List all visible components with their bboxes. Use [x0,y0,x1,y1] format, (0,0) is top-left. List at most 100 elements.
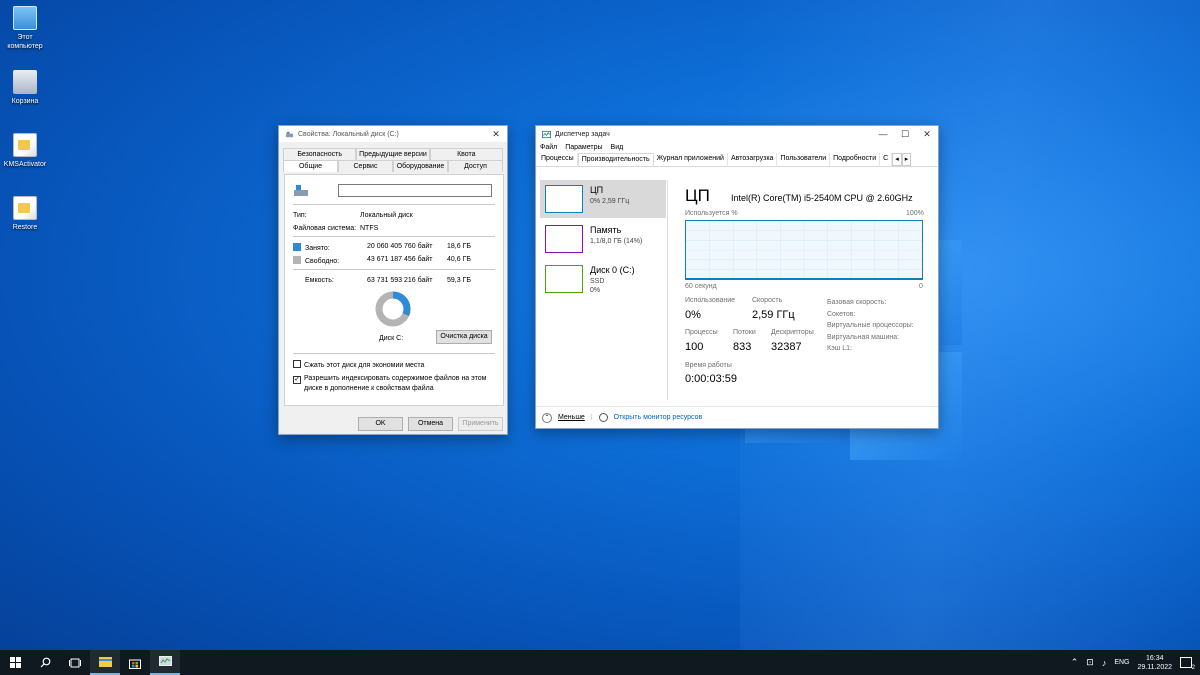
tab-processes[interactable]: Процессы [538,153,578,166]
base-speed-label: Базовая скорость: [827,299,887,306]
sidebar-item-disk[interactable]: Диск 0 (C:) SSD 0% [540,260,666,302]
free-bytes: 43 671 187 456 байт [367,256,433,263]
tm-footer: ⌃ Меньше | Открыть монитор ресурсов [536,406,938,428]
tab-details[interactable]: Подробности [830,153,881,166]
compress-checkbox[interactable] [293,360,301,368]
tab-service[interactable]: Сервис [338,160,393,172]
desktop-icon-label: Restore [12,224,38,231]
tab-security[interactable]: Безопасность [283,148,357,160]
memory-thumbnail [545,225,583,253]
index-row[interactable]: ✓ Разрешить индексировать содержимое файл… [293,374,486,393]
uptime-label: Время работы [685,362,732,369]
drive-icon [285,131,294,137]
chevron-up-icon[interactable]: ⌃ [542,412,552,423]
tab-performance[interactable]: Производительность [577,153,654,166]
resource-monitor-icon [598,413,608,422]
menu-file[interactable]: Файл [540,144,557,151]
desktop-icon-label: Этот [17,34,33,41]
used-swatch [293,243,301,251]
notifications-icon[interactable]: 2 [1180,657,1195,671]
sidebar-item-sub: 1,1/8,0 ГБ (14%) [590,238,643,245]
sidebar-item-label: Диск 0 (C:) [590,265,635,275]
capacity-bytes: 63 731 593 216 байт [367,277,433,284]
disk-cleanup-button[interactable]: Очистка диска [436,330,492,344]
store-icon[interactable] [120,650,150,675]
tab-general[interactable]: Общие [283,160,338,172]
clock[interactable]: 16:34 29.11.2022 [1137,654,1172,672]
sidebar-item-cpu[interactable]: ЦП 0% 2,59 ГГц [540,180,666,218]
sidebar-item-sub: 0% 2,59 ГГц [590,198,630,205]
tab-hardware[interactable]: Оборудование [393,160,448,172]
tab-users[interactable]: Пользователи [777,153,831,166]
index-checkbox[interactable]: ✓ [293,376,301,384]
desktop-icon-label: KMSActivator [3,161,47,168]
used-label: Занято: [305,245,330,252]
virtual-machine-label: Виртуальная машина: [827,333,900,341]
language-indicator[interactable]: ENG [1114,659,1129,666]
threads-label: Потоки [733,329,756,336]
chevron-up-icon[interactable]: ⌃ [1071,657,1079,668]
menu-view[interactable]: Вид [611,144,624,151]
apply-button[interactable]: Применить [458,417,503,431]
handles-label: Дескрипторы [771,329,814,336]
processes-label: Процессы [685,329,718,336]
perf-heading: ЦП [685,186,710,205]
desktop-icon-restore[interactable]: Restore [0,196,50,232]
minimize-icon[interactable]: — [872,126,894,142]
props-general-panel: Тип: Локальный диск Файловая система: NT… [284,174,504,406]
tab-quota[interactable]: Квота [429,148,503,160]
used-bytes: 20 060 405 760 байт [367,243,433,250]
resource-monitor-link[interactable]: Открыть монитор ресурсов [614,414,703,421]
virtual-processors-label: Виртуальные процессоры: [827,322,914,329]
close-icon[interactable]: ✕ [916,126,938,142]
search-icon[interactable] [30,650,60,675]
tm-titlebar[interactable]: Диспетчер задач — ☐ ✕ [536,126,938,142]
file-explorer-icon[interactable] [90,650,120,675]
ok-button[interactable]: OK [358,417,403,431]
tab-services[interactable]: С [880,153,893,166]
close-icon[interactable]: ✕ [485,126,507,142]
cpu-details-labels: Базовая скорость: Сокетов: Виртуальные п… [827,297,914,355]
task-view-icon[interactable] [60,650,90,675]
maximize-icon[interactable]: ☐ [894,126,916,142]
network-icon[interactable]: ⊡ [1086,657,1094,668]
menu-options[interactable]: Параметры [565,144,602,151]
desktop-icon-this-pc[interactable]: Этот компьютер [0,6,50,51]
desktop-icon-label: Корзина [11,98,39,105]
tab-previous-versions[interactable]: Предыдущие версии [356,148,430,160]
sidebar-item-memory[interactable]: Память 1,1/8,0 ГБ (14%) [540,220,666,258]
graph-label: Используется % [685,210,738,217]
tab-app-history[interactable]: Журнал приложений [654,153,728,166]
volume-icon[interactable]: ♪ [1102,658,1107,668]
sidebar-item-sub: SSD [590,278,605,285]
tab-sharing[interactable]: Доступ [448,160,503,172]
tm-tabs: Процессы Производительность Журнал прило… [536,153,938,167]
l1-cache-label: Кэш L1: [827,345,852,352]
processes-value: 100 [685,341,704,353]
task-manager-window: Диспетчер задач — ☐ ✕ Файл Параметры Вид… [535,125,939,429]
recycle-bin-icon [13,70,37,94]
free-gb: 40,6 ГБ [447,256,471,263]
desktop-icon-recycle-bin[interactable]: Корзина [0,70,50,106]
sidebar-item-label: Память [590,225,622,235]
cancel-button[interactable]: Отмена [408,417,453,431]
props-titlebar[interactable]: Свойства: Локальный диск (C:) ✕ [279,126,507,142]
compress-row[interactable]: Сжать этот диск для экономии места [293,360,424,369]
start-button[interactable] [0,650,30,675]
tab-scroll-left[interactable]: ◂ [892,153,902,166]
tm-menubar: Файл Параметры Вид [536,142,938,153]
fewer-details-link[interactable]: Меньше [558,414,585,421]
volume-name-input[interactable] [338,184,492,197]
task-manager-taskbar-icon[interactable] [150,650,180,675]
desktop-icon-label: компьютер [7,43,43,50]
cpu-thumbnail [545,185,583,213]
drive-icon [294,185,308,196]
clock-date: 29.11.2022 [1137,663,1172,671]
computer-icon [13,6,37,30]
desktop-icon-kmsactivator[interactable]: KMSActivator [0,133,50,169]
tab-scroll-right[interactable]: ▸ [901,153,912,166]
tab-startup[interactable]: Автозагрузка [728,153,778,166]
disk-thumbnail [545,265,583,293]
type-value: Локальный диск [360,212,413,219]
index-label-2: диске в дополнение к свойствам файла [304,385,434,392]
